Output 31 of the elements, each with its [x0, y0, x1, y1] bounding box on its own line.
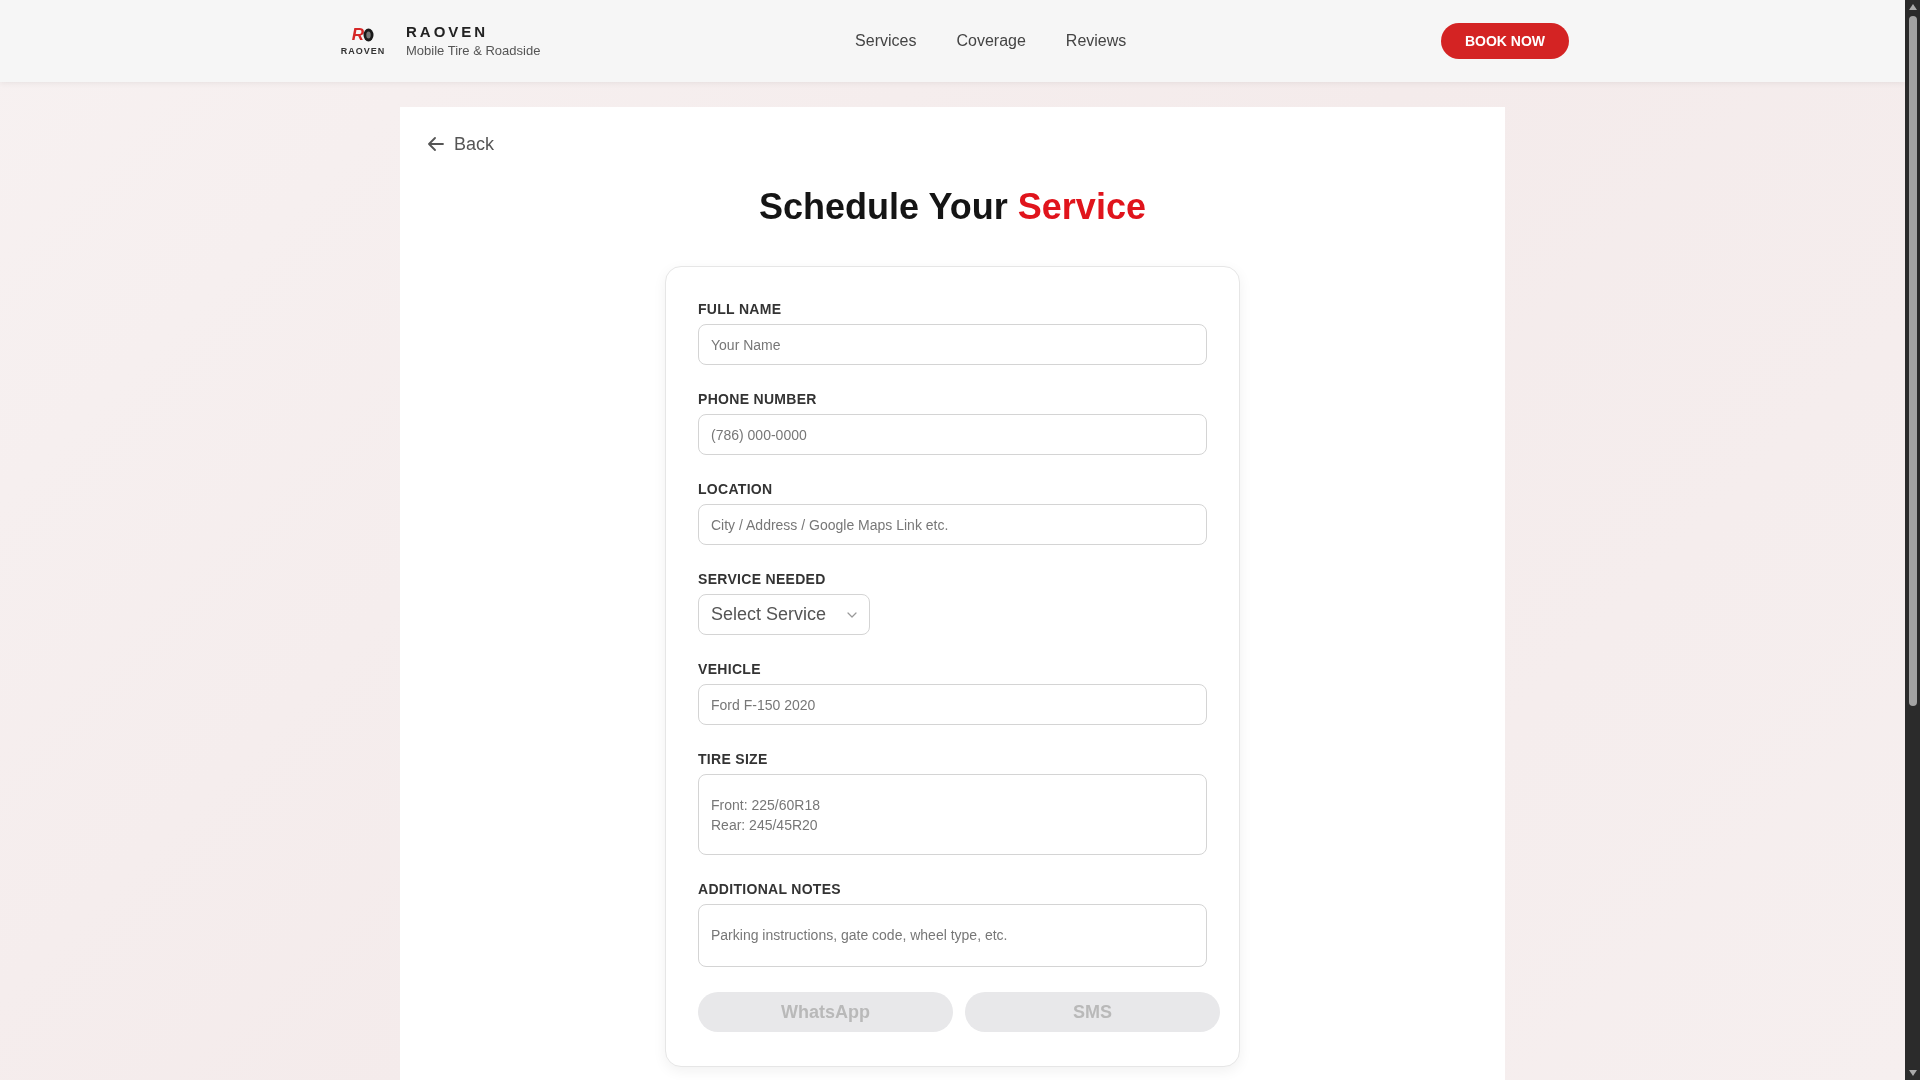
field-label: VEHICLE [698, 661, 762, 678]
field-label: SERVICE NEEDED [698, 571, 827, 588]
field-label: TIRE SIZE [698, 751, 769, 768]
field-label: LOCATION [698, 481, 774, 498]
brand-name: RAOVEN [406, 23, 490, 41]
book-now-button[interactable]: BOOK NOW [1441, 23, 1569, 59]
up-arrow-icon[interactable] [1908, 4, 1917, 10]
nav-link[interactable]: Coverage [956, 29, 1026, 53]
brand-tagline: Mobile Tire & Roadside [406, 43, 541, 59]
nav-link[interactable]: Services [855, 29, 917, 53]
field-label: ADDITIONAL NOTES [698, 881, 842, 898]
field-label: FULL NAME [698, 301, 783, 318]
service-select[interactable]: Select Service [698, 594, 870, 635]
back-link[interactable]: Back [428, 133, 495, 155]
down-arrow-icon[interactable] [1908, 1070, 1917, 1076]
text-area[interactable]: Parking instructions, gate code, wheel type, etc. [698, 904, 1207, 967]
tire-icon [363, 28, 375, 42]
scrollbar[interactable] [1905, 0, 1920, 1080]
logo-wordmark: RAOVEN [340, 46, 386, 56]
text-input[interactable]: Your Name [698, 324, 1207, 365]
scrollbar-thumb[interactable] [1908, 16, 1917, 706]
chevron-down-icon [847, 611, 857, 618]
text-area[interactable]: Front: 225/60R18 Rear: 245/45R20 [698, 774, 1207, 855]
text-input[interactable]: (786) 000-0000 [698, 414, 1207, 455]
text-input[interactable]: Ford F-150 2020 [698, 684, 1207, 725]
field-label: PHONE NUMBER [698, 391, 818, 408]
page-title: Schedule Your Service [758, 185, 1147, 228]
nav-link[interactable]: Reviews [1065, 29, 1127, 53]
arrow-left-icon [428, 137, 444, 151]
text-input[interactable]: City / Address / Google Maps Link etc. [698, 504, 1207, 545]
logo-letter: R [351, 26, 365, 44]
